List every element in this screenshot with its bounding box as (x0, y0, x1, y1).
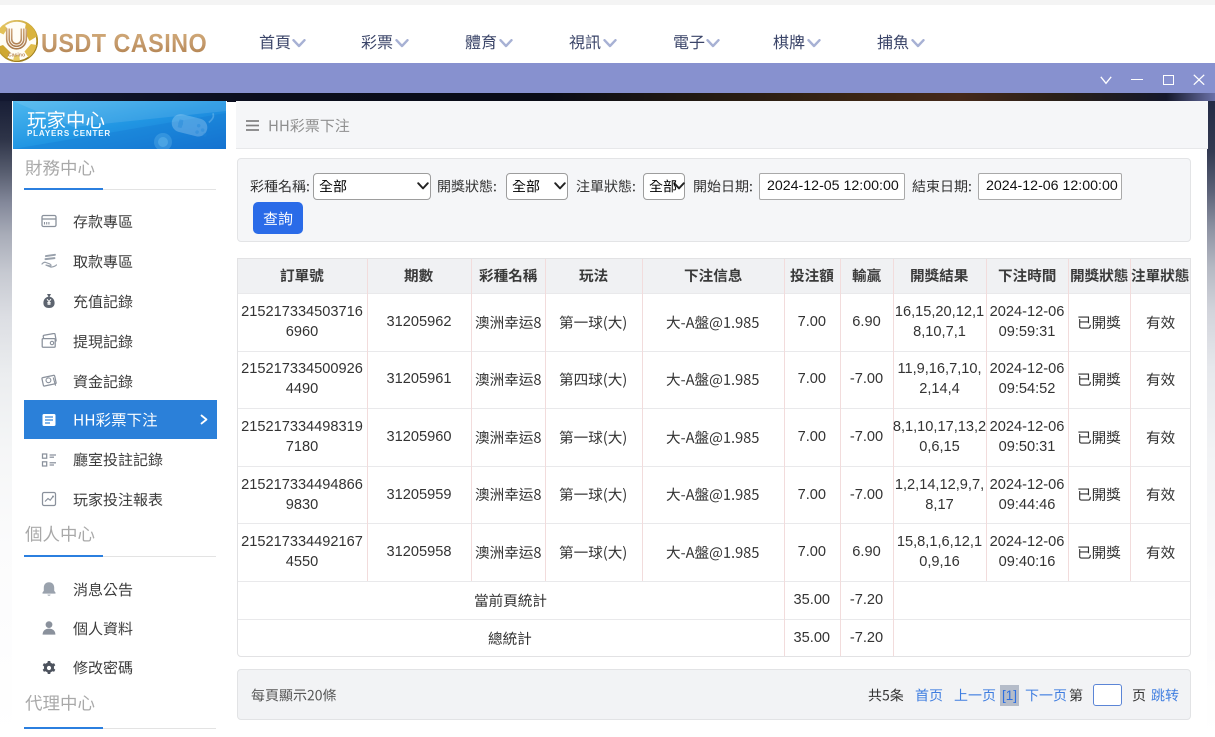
svg-text:Casino: Casino (8, 52, 25, 58)
